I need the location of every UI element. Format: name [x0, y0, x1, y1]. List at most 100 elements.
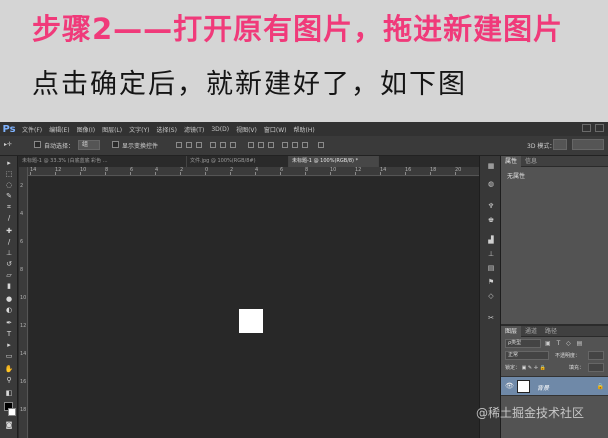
tab-document-3[interactable]: 未标题-1 @ 100%(RGB/8) * — [289, 156, 379, 167]
brush-icon[interactable]: / — [4, 239, 14, 246]
horizontal-ruler: 14 12 10 8 6 4 2 0 2 4 6 8 10 12 14 16 18 20 — [28, 167, 479, 176]
menu-help[interactable]: 帮助(H) — [294, 125, 315, 134]
align-vcenter-icon[interactable] — [186, 142, 192, 148]
menu-file[interactable]: 文件(F) — [22, 125, 42, 134]
photoshop-logo: Ps — [2, 123, 16, 135]
distribute-left-icon[interactable] — [282, 142, 288, 148]
tab-properties[interactable]: 属性 — [501, 156, 522, 167]
ruler-h-tick — [230, 172, 231, 175]
type-icon[interactable]: T — [4, 331, 14, 338]
minimize-icon[interactable] — [582, 124, 591, 132]
color-panel-icon[interactable]: ◍ — [486, 180, 496, 188]
tab-paths[interactable]: 路径 — [541, 326, 561, 337]
swatches-panel-icon[interactable]: ◇ — [486, 292, 496, 300]
align-hcenter-icon[interactable] — [220, 142, 226, 148]
dodge-icon[interactable]: ◐ — [4, 307, 14, 314]
new-document[interactable] — [239, 309, 263, 333]
quick-mask-icon[interactable]: ◙ — [4, 422, 14, 429]
history-panel-icon[interactable]: ▦ — [486, 162, 496, 170]
hand-icon[interactable]: ✋ — [4, 366, 14, 373]
opacity-input[interactable] — [588, 351, 604, 360]
menu-select[interactable]: 选择(S) — [156, 125, 177, 134]
maximize-icon[interactable] — [595, 124, 604, 132]
menu-3d[interactable]: 3D(D) — [211, 126, 229, 133]
gradient-icon[interactable]: ▮ — [4, 283, 14, 290]
clone-source-icon[interactable]: ♚ — [486, 216, 496, 224]
marquee-icon[interactable]: ⬚ — [4, 171, 14, 178]
styles-panel-icon[interactable]: ⚑ — [486, 278, 496, 286]
window-controls — [582, 124, 604, 132]
paragraph-panel-icon[interactable]: ▤ — [486, 264, 496, 272]
fill-input[interactable] — [588, 363, 604, 372]
toolbox: ▸ ⬚ ◌ ✎ ⌗ / ✚ / ⊥ ↺ ▱ ▮ ● ◐ ✒ T ▸ ▭ ✋ ⚲ … — [0, 156, 18, 438]
history-brush-icon[interactable]: ↺ — [4, 261, 14, 268]
eyedropper-icon[interactable]: / — [4, 215, 14, 222]
ruler-v-label: 4 — [20, 211, 24, 217]
auto-select-label: 自动选择： — [44, 143, 75, 150]
ruler-h-tick — [55, 172, 56, 175]
tools-presets-icon[interactable]: ✂ — [486, 314, 496, 322]
path-select-icon[interactable]: ▸ — [4, 342, 14, 349]
auto-select-dropdown[interactable]: 组 — [78, 140, 100, 150]
crop-icon[interactable]: ⌗ — [4, 204, 14, 211]
align-right-icon[interactable] — [230, 142, 236, 148]
menu-view[interactable]: 视图(V) — [236, 125, 257, 134]
canvas-area[interactable] — [29, 177, 479, 438]
workspace-dropdown[interactable] — [572, 139, 604, 150]
menu-layer[interactable]: 图层(L) — [102, 125, 122, 134]
quick-select-icon[interactable]: ✎ — [4, 193, 14, 200]
lock-icons[interactable]: ▣ ✎ ✛ 🔒 — [522, 365, 546, 371]
layer-kind-dropdown[interactable]: ρ类型 — [505, 339, 541, 348]
tab-document-2[interactable]: 文件.jpg @ 100%(RGB/8#) — [187, 156, 289, 167]
menu-type[interactable]: 文字(Y) — [129, 125, 149, 134]
align-left-icon[interactable] — [210, 142, 216, 148]
tab-info[interactable]: 信息 — [521, 156, 541, 167]
auto-select-checkbox[interactable] — [34, 141, 41, 148]
tab-document-1[interactable]: 未标题-1 @ 33.3% (白底蓝底 彩色 ... — [19, 156, 187, 167]
ruler-h-tick — [180, 172, 181, 175]
menu-window[interactable]: 窗口(W) — [264, 125, 287, 134]
screenshot: { "banner": { "step": "步骤2——打开原有图片，拖进新建图… — [0, 0, 608, 438]
ruler-v-label: 6 — [20, 239, 24, 245]
lasso-icon[interactable]: ◌ — [4, 182, 14, 189]
menu-edit[interactable]: 编辑(E) — [49, 125, 69, 134]
eraser-icon[interactable]: ▱ — [4, 272, 14, 279]
3d-mode-dropdown[interactable] — [553, 139, 567, 150]
layer-filter-icons[interactable]: ▣ T ◇ ▤ — [545, 340, 584, 347]
clone-stamp-icon[interactable]: ⊥ — [4, 250, 14, 257]
layer-row-background[interactable]: 👁 背景 🔒 — [501, 376, 608, 396]
distribute-right-icon[interactable] — [302, 142, 308, 148]
ruler-h-tick — [380, 172, 381, 175]
menu-filter[interactable]: 滤镜(T) — [184, 125, 204, 134]
properties-content: 无属性 — [507, 173, 526, 180]
show-transform-checkbox[interactable] — [112, 141, 119, 148]
align-bottom-icon[interactable] — [196, 142, 202, 148]
menu-image[interactable]: 图像(I) — [77, 125, 95, 134]
pen-icon[interactable]: ✒ — [4, 320, 14, 327]
align-top-icon[interactable] — [176, 142, 182, 148]
blend-mode-dropdown[interactable]: 正常 — [505, 351, 549, 360]
auto-align-icon[interactable] — [318, 142, 324, 148]
blur-icon[interactable]: ● — [4, 296, 14, 303]
ruler-v-label: 10 — [20, 295, 27, 301]
tab-channels[interactable]: 通道 — [521, 326, 541, 337]
adjustments-icon[interactable]: ▟ — [486, 236, 496, 244]
move-tool-icon[interactable]: ▸✛ — [4, 141, 12, 148]
distribute-vcenter-icon[interactable] — [258, 142, 264, 148]
distribute-bottom-icon[interactable] — [268, 142, 274, 148]
shape-icon[interactable]: ▭ — [4, 353, 14, 360]
ruler-h-tick — [405, 172, 406, 175]
move-icon[interactable]: ▸ — [4, 160, 14, 167]
blend-row: 正常 不透明度： — [505, 351, 604, 360]
visibility-eye-icon[interactable]: 👁 — [505, 382, 514, 390]
default-colors-icon[interactable]: ◧ — [4, 390, 14, 397]
background-color-swatch[interactable] — [8, 408, 16, 416]
healing-brush-icon[interactable]: ✚ — [4, 228, 14, 235]
distribute-hcenter-icon[interactable] — [292, 142, 298, 148]
brush-panel-icon[interactable]: ♆ — [486, 202, 496, 210]
ruler-h-tick — [305, 172, 306, 175]
zoom-icon[interactable]: ⚲ — [4, 377, 14, 384]
tab-layers[interactable]: 图层 — [501, 326, 522, 337]
character-panel-icon[interactable]: ⊥ — [486, 250, 496, 258]
distribute-top-icon[interactable] — [248, 142, 254, 148]
